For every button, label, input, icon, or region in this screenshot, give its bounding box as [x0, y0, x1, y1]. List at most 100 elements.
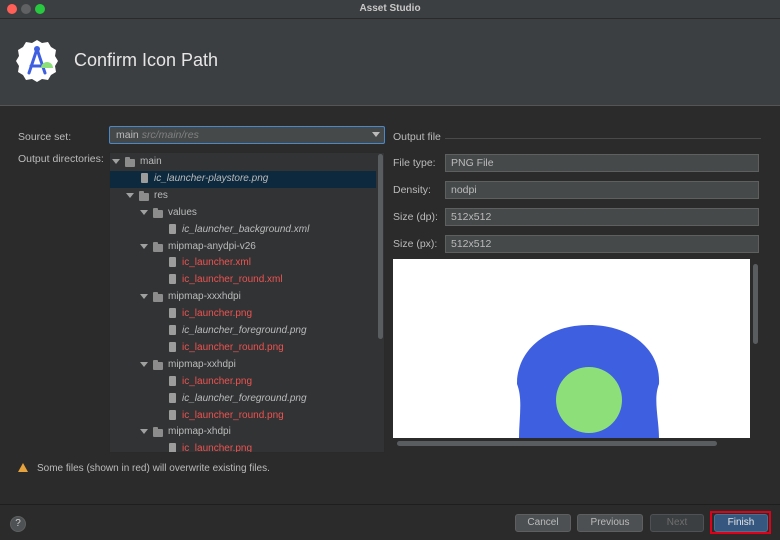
tree-folder-row[interactable]: main	[110, 154, 376, 171]
file-icon	[169, 325, 176, 335]
output-file-header: Output file	[393, 131, 441, 143]
file-type-field: PNG File	[445, 154, 759, 172]
tree-item-label: ic_launcher_round.png	[182, 409, 284, 421]
folder-icon	[153, 427, 163, 438]
file-type-label: File type:	[393, 157, 436, 169]
chevron-down-icon[interactable]	[140, 429, 148, 435]
size-px-value: 512x512	[451, 238, 492, 250]
tree-folder-row[interactable]: res	[110, 188, 376, 205]
preview-vertical-thumb[interactable]	[753, 264, 758, 344]
preview-horizontal-scrollbar[interactable]	[393, 440, 750, 447]
tree-folder-row[interactable]: mipmap-xxxhdpi	[110, 289, 376, 306]
tree-item-label: ic_launcher-playstore.png	[154, 172, 269, 184]
title-bar: Asset Studio	[0, 0, 780, 19]
footer-divider	[0, 504, 780, 505]
density-value: nodpi	[451, 184, 477, 196]
source-set-value: main src/main/res	[116, 129, 199, 141]
chevron-down-icon[interactable]	[140, 294, 148, 300]
source-set-name: main	[116, 129, 139, 141]
tree-file-row[interactable]: ic_launcher.xml	[110, 255, 376, 272]
tree-item-label: mipmap-xxxhdpi	[168, 291, 241, 303]
chevron-down-icon[interactable]	[140, 209, 148, 215]
tree-item-label: ic_launcher.xml	[182, 257, 251, 269]
next-button[interactable]: Next	[650, 514, 704, 532]
icon-preview	[393, 259, 750, 438]
preview-horizontal-thumb[interactable]	[397, 441, 717, 446]
cancel-button[interactable]: Cancel	[515, 514, 571, 532]
tree-item-label: ic_launcher_foreground.png	[182, 392, 307, 404]
file-icon	[169, 274, 176, 285]
tree-item-label: values	[168, 206, 197, 218]
warning-icon	[18, 463, 28, 472]
tree-item-label: ic_launcher.png	[182, 375, 253, 387]
size-dp-label: Size (dp):	[393, 211, 438, 223]
tree-file-row[interactable]: ic_launcher_round.xml	[110, 272, 376, 289]
chevron-down-icon[interactable]	[112, 159, 120, 164]
previous-button[interactable]: Previous	[577, 514, 643, 532]
tree-file-row[interactable]: ic_launcher.png	[110, 441, 376, 453]
wizard-header: Confirm Icon Path	[0, 19, 780, 105]
icon-preview-image	[517, 325, 660, 438]
source-set-path: src/main/res	[141, 129, 199, 141]
chevron-down-icon	[372, 132, 380, 137]
tree-file-row[interactable]: ic_launcher_background.xml	[110, 222, 376, 239]
file-icon	[169, 308, 176, 319]
folder-icon	[153, 207, 163, 218]
tree-item-label: ic_launcher_foreground.png	[182, 325, 307, 336]
header-divider	[0, 105, 780, 106]
tree-item-label: res	[154, 189, 168, 201]
tree-folder-row[interactable]: mipmap-xhdpi	[110, 424, 376, 441]
tree-scrollbar[interactable]	[377, 152, 384, 453]
tree-file-row[interactable]: ic_launcher_round.png	[110, 340, 376, 357]
chevron-down-icon[interactable]	[140, 361, 148, 367]
file-icon	[169, 375, 176, 386]
chevron-down-icon[interactable]	[126, 192, 134, 198]
tree-file-row[interactable]: ic_launcher.png	[110, 306, 376, 323]
tree-item-label: ic_launcher.png	[182, 443, 253, 453]
tree-file-row[interactable]: ic_launcher_foreground.png	[110, 323, 376, 340]
file-icon	[141, 172, 148, 183]
file-icon	[169, 392, 176, 403]
tree-file-row[interactable]: ic_launcher_foreground.png	[110, 391, 376, 408]
tree-item-label: ic_launcher_round.xml	[182, 274, 283, 286]
tree-item-label: mipmap-xxhdpi	[168, 358, 236, 370]
folder-icon	[153, 292, 163, 303]
help-button[interactable]: ?	[10, 516, 26, 532]
tree-item-label: ic_launcher_round.png	[182, 341, 284, 353]
warning-message: Some files (shown in red) will overwrite…	[37, 463, 270, 474]
output-file-divider	[445, 138, 761, 139]
chevron-down-icon[interactable]	[140, 243, 148, 249]
size-px-label: Size (px):	[393, 238, 438, 250]
finish-button[interactable]: Finish	[714, 514, 768, 532]
file-type-value: PNG File	[451, 157, 494, 169]
source-set-label: Source set:	[18, 131, 72, 143]
folder-icon	[153, 359, 163, 370]
tree-file-row[interactable]: ic_launcher-playstore.png	[110, 170, 376, 188]
tree-folder-row[interactable]: mipmap-anydpi-v26	[110, 239, 376, 256]
size-dp-field: 512x512	[445, 208, 759, 226]
folder-icon	[153, 241, 163, 252]
file-icon	[169, 443, 176, 452]
android-studio-logo	[16, 40, 58, 82]
tree-folder-row[interactable]: values	[110, 205, 376, 222]
tree-item-label: main	[140, 156, 162, 167]
tree-file-row[interactable]: ic_launcher.png	[110, 374, 376, 391]
output-directories-tree[interactable]: main ic_launcher-playstore.pngres values ic…	[109, 152, 385, 453]
page-title: Confirm Icon Path	[74, 50, 219, 70]
preview-inner-circle	[556, 367, 622, 433]
size-px-field: 512x512	[445, 235, 759, 253]
tree-scrollbar-thumb[interactable]	[378, 154, 383, 339]
file-icon	[169, 223, 176, 234]
output-directories-label: Output directories:	[18, 153, 104, 165]
density-label: Density:	[393, 184, 431, 196]
file-icon	[169, 341, 176, 352]
size-dp-value: 512x512	[451, 211, 492, 223]
tree-folder-row[interactable]: mipmap-xxhdpi	[110, 357, 376, 374]
window-title: Asset Studio	[359, 3, 421, 14]
folder-icon	[139, 190, 149, 201]
file-icon	[169, 409, 176, 420]
tree-file-row[interactable]: ic_launcher_round.png	[110, 408, 376, 425]
preview-vertical-scrollbar[interactable]	[752, 259, 759, 439]
density-field: nodpi	[445, 181, 759, 199]
source-set-dropdown[interactable]: main src/main/res	[109, 126, 385, 144]
